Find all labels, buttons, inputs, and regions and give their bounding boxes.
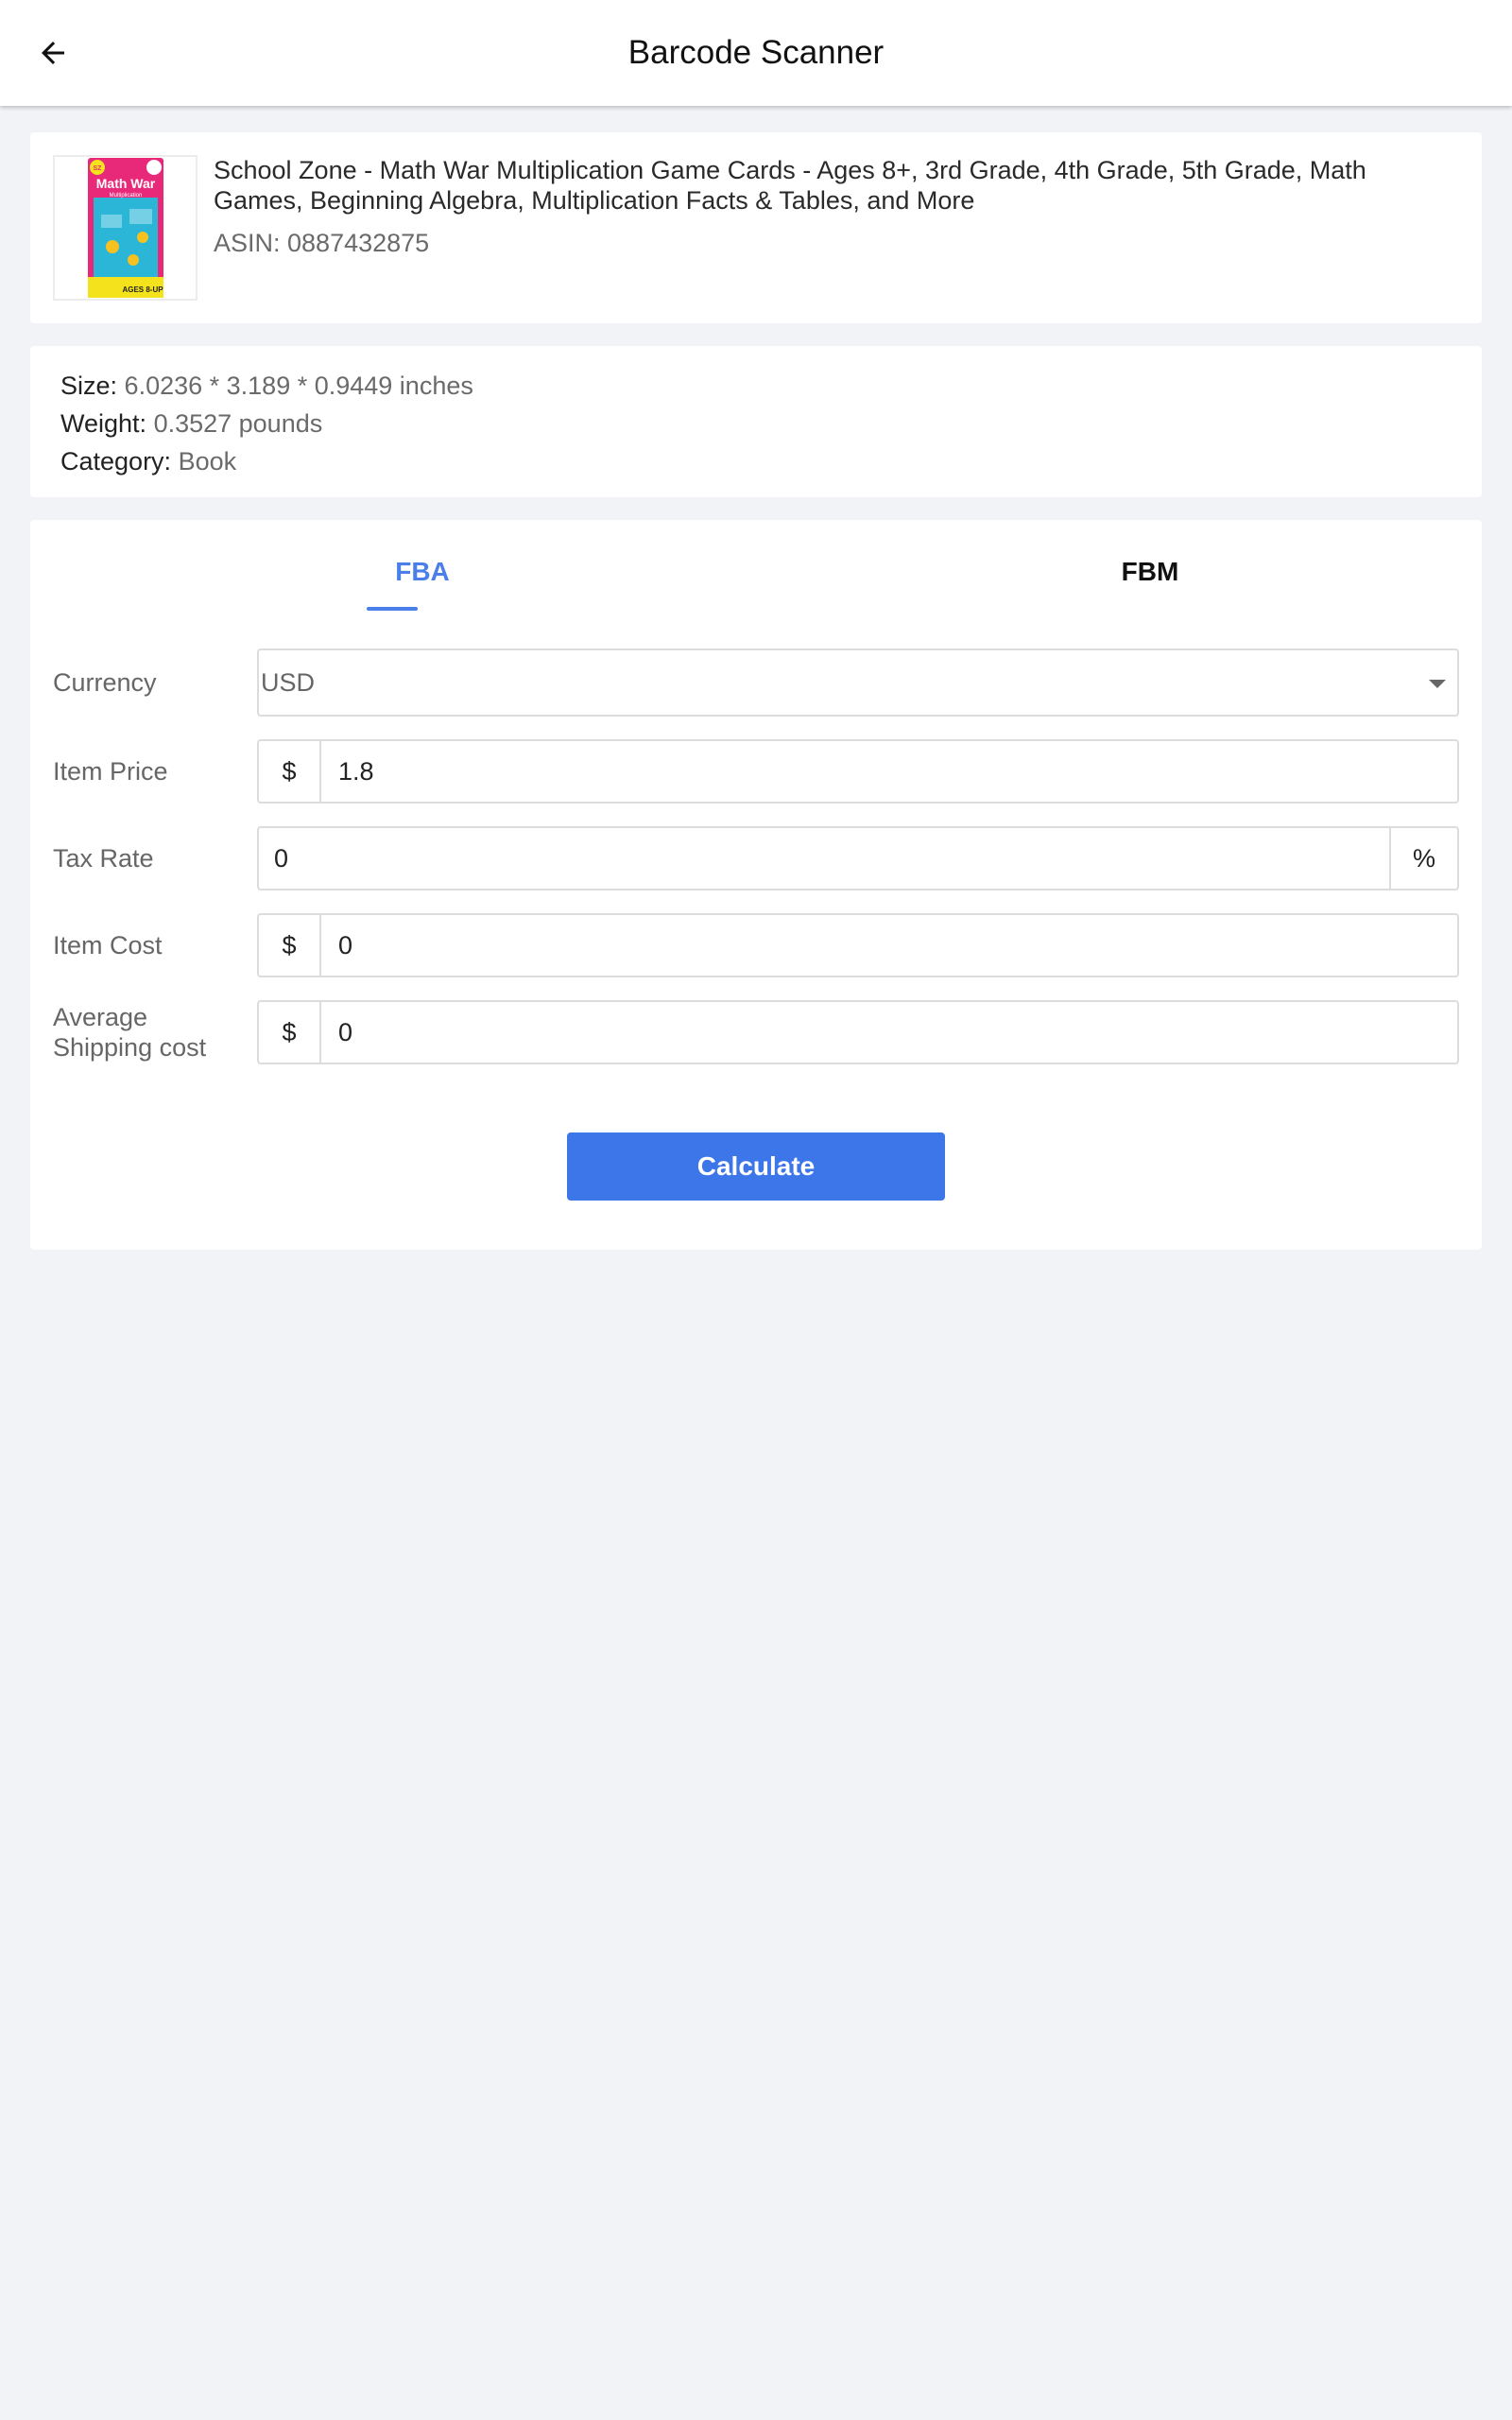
product-details-card: Size: 6.0236 * 3.189 * 0.9449 inches Wei… — [30, 346, 1482, 497]
size-value: 6.0236 * 3.189 * 0.9449 inches — [124, 372, 473, 400]
product-image: SZ Math War Multiplication AGES 8-UP — [87, 158, 163, 298]
weight-label: Weight: — [60, 409, 147, 438]
shipping-cost-input-group: $ 0 — [257, 1000, 1459, 1064]
app-bar: Barcode Scanner — [0, 0, 1512, 106]
tax-rate-input[interactable]: 0 — [274, 828, 1374, 889]
category-row: Category: Book — [60, 442, 1452, 480]
product-asin: ASIN: 0887432875 — [214, 229, 430, 257]
shipping-label-line2: Shipping cost — [53, 1033, 207, 1062]
item-cost-label: Item Cost — [53, 931, 163, 959]
tab-fba[interactable]: FBA — [352, 548, 493, 596]
item-price-label: Item Price — [53, 757, 168, 786]
tab-fbm[interactable]: FBM — [1079, 548, 1221, 596]
product-thumbnail[interactable]: SZ Math War Multiplication AGES 8-UP — [53, 155, 198, 301]
svg-text:Multiplication: Multiplication — [109, 193, 142, 199]
item-cost-input[interactable]: 0 — [338, 915, 1442, 976]
shipping-cost-input[interactable]: 0 — [338, 1002, 1442, 1063]
currency-label: Currency — [53, 668, 157, 697]
caret-down-icon — [1429, 680, 1446, 688]
shipping-label-line1: Average — [53, 1003, 148, 1031]
calculator-card: FBA FBM Currency USD Item Price $ 1.8 Ta… — [30, 520, 1482, 1250]
tax-rate-input-group: 0 % — [257, 826, 1459, 890]
size-label: Size: — [60, 372, 118, 400]
category-value: Book — [178, 447, 237, 475]
item-price-input[interactable]: 1.8 — [338, 741, 1442, 802]
svg-text:Math War: Math War — [95, 176, 155, 191]
dollar-prefix: $ — [259, 741, 321, 802]
dollar-prefix: $ — [259, 915, 321, 976]
arrow-left-icon — [42, 42, 64, 64]
dollar-prefix: $ — [259, 1002, 321, 1063]
size-row: Size: 6.0236 * 3.189 * 0.9449 inches — [60, 367, 1452, 405]
category-label: Category: — [60, 447, 172, 475]
currency-value: USD — [261, 667, 316, 697]
active-tab-indicator — [367, 607, 418, 611]
product-title: School Zone - Math War Multiplication Ga… — [214, 156, 1366, 215]
tax-rate-label: Tax Rate — [53, 844, 154, 873]
calculate-button[interactable]: Calculate — [567, 1132, 945, 1201]
weight-row: Weight: 0.3527 pounds — [60, 405, 1452, 442]
page-title: Barcode Scanner — [627, 34, 885, 71]
currency-select[interactable]: USD — [257, 648, 1459, 717]
svg-text:AGES 8-UP: AGES 8-UP — [122, 285, 163, 294]
svg-text:SZ: SZ — [93, 165, 102, 172]
product-card: SZ Math War Multiplication AGES 8-UP Sch… — [30, 132, 1482, 323]
percent-suffix: % — [1389, 828, 1457, 889]
item-cost-input-group: $ 0 — [257, 913, 1459, 977]
weight-value: 0.3527 pounds — [153, 409, 323, 438]
back-button[interactable] — [28, 28, 77, 78]
item-price-input-group: $ 1.8 — [257, 739, 1459, 804]
shipping-cost-label: Average Shipping cost — [53, 1002, 206, 1063]
